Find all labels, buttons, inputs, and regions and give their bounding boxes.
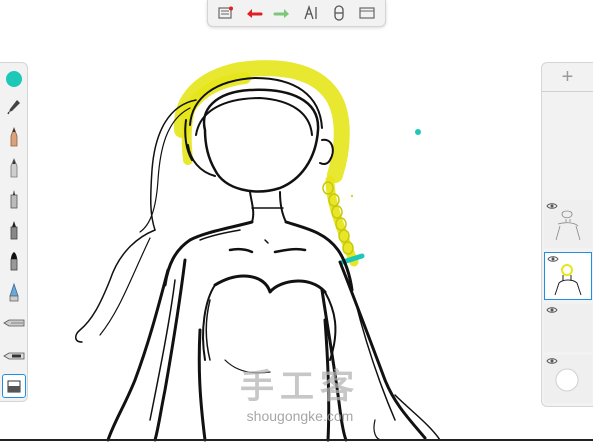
canvas-bottom-edge: [0, 439, 593, 441]
layer-empty[interactable]: [544, 304, 592, 352]
wide-marker-icon[interactable]: [2, 343, 26, 367]
airbrush-icon[interactable]: [2, 280, 26, 304]
add-layer-button[interactable]: +: [542, 63, 593, 92]
eye-icon[interactable]: [547, 255, 559, 263]
brush-settings-icon[interactable]: [327, 2, 351, 24]
eye-icon[interactable]: [546, 306, 558, 314]
fine-pen-icon[interactable]: [2, 187, 26, 211]
layer-sketch[interactable]: [544, 200, 592, 248]
teal-dot: [415, 129, 421, 135]
eye-icon[interactable]: [546, 202, 558, 210]
layer-background[interactable]: [544, 355, 592, 403]
text-tool-icon[interactable]: [299, 2, 323, 24]
fullscreen-icon[interactable]: [355, 2, 379, 24]
color-swatch[interactable]: [2, 67, 26, 91]
eyedropper-icon[interactable]: [2, 95, 26, 119]
top-toolbar: [207, 0, 386, 27]
pencil-brush-icon[interactable]: [2, 125, 26, 149]
redo-icon[interactable]: [270, 2, 294, 24]
marker-icon[interactable]: [2, 218, 26, 242]
current-color-dot: [6, 71, 22, 87]
inking-pen-icon[interactable]: [2, 156, 26, 180]
left-toolbar: [0, 62, 28, 402]
watermark-url: shougongke.com: [246, 408, 354, 424]
brush-pen-icon[interactable]: [2, 249, 26, 273]
watermark-logo-text: 手工客: [240, 368, 360, 406]
chisel-marker-icon[interactable]: [2, 311, 26, 335]
layers-menu-icon[interactable]: [214, 2, 238, 24]
watermark: 手工客 shougongke.com: [230, 370, 370, 424]
layer-color[interactable]: [544, 252, 592, 300]
layers-panel: +: [541, 62, 593, 407]
eraser-icon[interactable]: [2, 374, 26, 398]
eye-icon[interactable]: [546, 357, 558, 365]
undo-icon[interactable]: [242, 2, 266, 24]
